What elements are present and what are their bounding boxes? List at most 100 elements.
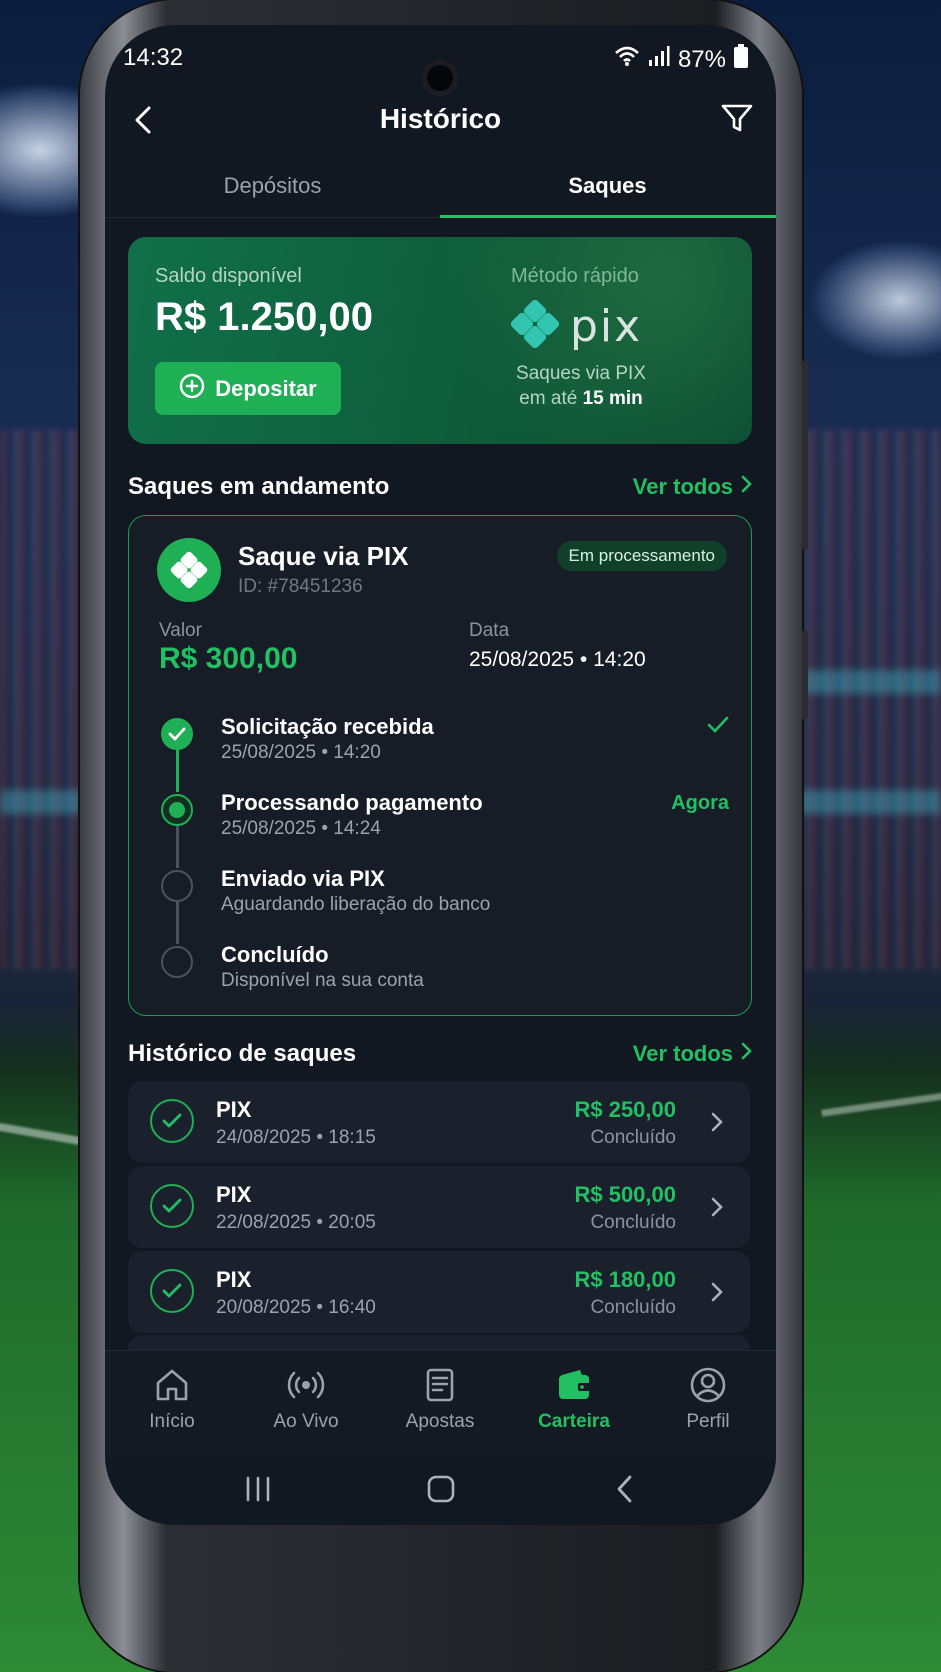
method-desc-line1: Saques via PIX	[516, 363, 646, 384]
history-method: PIX	[216, 1097, 252, 1122]
status-time: 14:32	[123, 44, 184, 71]
power-button	[802, 630, 808, 720]
value-label: Valor	[159, 620, 202, 641]
history-status: Concluído	[590, 1212, 676, 1233]
plus-circle-icon	[179, 373, 205, 405]
method-desc-prefix: em até	[519, 388, 583, 409]
see-all-label: Ver todos	[632, 1041, 733, 1066]
step-subtitle: Aguardando liberação do banco	[221, 894, 491, 915]
pix-badge-icon	[157, 538, 221, 602]
in-progress-section-header: Saques em andamento Ver todos	[128, 473, 753, 505]
back-system-icon[interactable]	[613, 1472, 637, 1511]
history-date: 20/08/2025 • 16:40	[216, 1297, 376, 1318]
timeline-step: Enviado via PIX Aguardando liberação do …	[159, 866, 729, 926]
step-subtitle: 25/08/2025 • 14:24	[221, 818, 381, 839]
nav-label: Início	[149, 1411, 195, 1432]
method-desc-line2: em até 15 min	[486, 386, 676, 411]
signal-icon	[648, 45, 670, 74]
history-status: Concluído	[590, 1127, 676, 1148]
tab-bar: Depósitos Saques	[105, 165, 776, 218]
history-row[interactable]: PIX 20/08/2025 • 16:40 R$ 180,00 Concluí…	[128, 1251, 750, 1333]
home-icon	[156, 1369, 188, 1401]
chevron-right-icon	[739, 1041, 753, 1067]
chevron-right-icon	[710, 1281, 724, 1308]
checkmark-icon	[707, 716, 729, 740]
top-app-bar: Histórico	[105, 95, 776, 145]
wallet-icon	[559, 1370, 590, 1399]
see-all-label: Ver todos	[632, 474, 733, 499]
nav-item-ao-vivo[interactable]: Ao Vivo	[239, 1365, 373, 1433]
step-title: Enviado via PIX	[221, 866, 385, 891]
profile-icon	[690, 1367, 726, 1403]
nav-item-carteira[interactable]: Carteira	[507, 1365, 641, 1433]
step-title: Concluído	[221, 942, 329, 967]
history-amount: R$ 250,00	[574, 1097, 676, 1122]
pix-wordmark: pix	[570, 301, 643, 352]
date-label: Data	[469, 620, 510, 641]
bottom-navigation: Início Ao Vivo Apostas Carteira Perfil	[105, 1350, 776, 1461]
timeline-step: Concluído Disponível na sua conta	[159, 942, 729, 1002]
nav-item-apostas[interactable]: Apostas	[373, 1365, 507, 1433]
tab-depositos[interactable]: Depósitos	[105, 173, 440, 199]
in-progress-title: Saques em andamento	[128, 473, 390, 500]
nav-label: Carteira	[538, 1411, 610, 1432]
stadium-light-stripe	[801, 670, 941, 694]
date-value: 25/08/2025 • 14:20	[469, 648, 646, 671]
pix-diamond-icon	[510, 299, 560, 354]
step-done-icon	[161, 718, 193, 750]
tab-saques[interactable]: Saques	[440, 173, 775, 199]
nav-item-perfil[interactable]: Perfil	[641, 1365, 775, 1433]
withdrawal-id: ID: #78451236	[238, 576, 363, 597]
system-navigation-bar	[105, 1460, 776, 1525]
pitch-line	[821, 1090, 941, 1117]
timeline-step: Solicitação recebida 25/08/2025 • 14:20	[159, 714, 729, 774]
step-title: Solicitação recebida	[221, 714, 434, 739]
history-date: 22/08/2025 • 20:05	[216, 1212, 376, 1233]
active-tab-indicator	[440, 215, 776, 218]
balance-amount: R$ 1.250,00	[155, 295, 373, 339]
wifi-icon	[614, 45, 640, 74]
balance-label: Saldo disponível	[155, 265, 302, 287]
history-title: Histórico de saques	[128, 1040, 357, 1067]
history-see-all-link[interactable]: Ver todos	[633, 1041, 753, 1067]
history-amount: R$ 500,00	[574, 1182, 676, 1207]
step-subtitle: Disponível na sua conta	[221, 970, 424, 991]
method-description: Saques via PIX em até 15 min	[486, 361, 676, 411]
status-bar: 14:32 87%	[105, 43, 776, 97]
in-progress-see-all-link[interactable]: Ver todos	[633, 474, 753, 500]
chevron-right-icon	[739, 474, 753, 500]
history-row[interactable]: PIX 24/08/2025 • 18:15 R$ 250,00 Concluí…	[128, 1081, 750, 1163]
volume-button	[802, 360, 808, 550]
filter-icon[interactable]	[720, 101, 754, 135]
check-circle-icon	[150, 1269, 194, 1313]
pix-logo: pix	[510, 299, 642, 354]
live-icon	[287, 1371, 325, 1399]
method-desc-time: 15 min	[582, 388, 643, 409]
bets-icon	[426, 1368, 454, 1402]
step-current-icon	[161, 794, 193, 826]
history-row[interactable]: PIX 22/08/2025 • 20:05 R$ 500,00 Concluí…	[128, 1166, 750, 1248]
step-subtitle: 25/08/2025 • 14:20	[221, 742, 381, 763]
front-camera	[421, 59, 459, 97]
step-time-tag: Agora	[671, 792, 729, 814]
withdrawal-title: Saque via PIX	[238, 541, 409, 571]
page-title: Histórico	[379, 103, 502, 134]
check-circle-icon	[150, 1184, 194, 1228]
deposit-button-label: Depositar	[215, 375, 317, 401]
history-status: Concluído	[590, 1297, 676, 1318]
chevron-right-icon	[710, 1111, 724, 1138]
nav-item-inicio[interactable]: Início	[105, 1365, 239, 1433]
chevron-right-icon	[710, 1196, 724, 1223]
step-pending-icon	[161, 870, 193, 902]
history-method: PIX	[216, 1267, 252, 1292]
deposit-button[interactable]: Depositar	[155, 362, 341, 415]
battery-percent: 87%	[677, 45, 726, 73]
step-pending-icon	[161, 946, 193, 978]
home-system-icon[interactable]	[425, 1473, 457, 1510]
value-amount: R$ 300,00	[159, 642, 298, 675]
withdrawal-in-progress-card[interactable]: Saque via PIX ID: #78451236 Em processam…	[128, 515, 752, 1016]
recent-apps-icon[interactable]	[243, 1474, 273, 1509]
timeline-step: Processando pagamento 25/08/2025 • 14:24…	[159, 790, 729, 850]
step-title: Processando pagamento	[221, 790, 483, 815]
status-badge: Em processamento	[556, 541, 727, 571]
